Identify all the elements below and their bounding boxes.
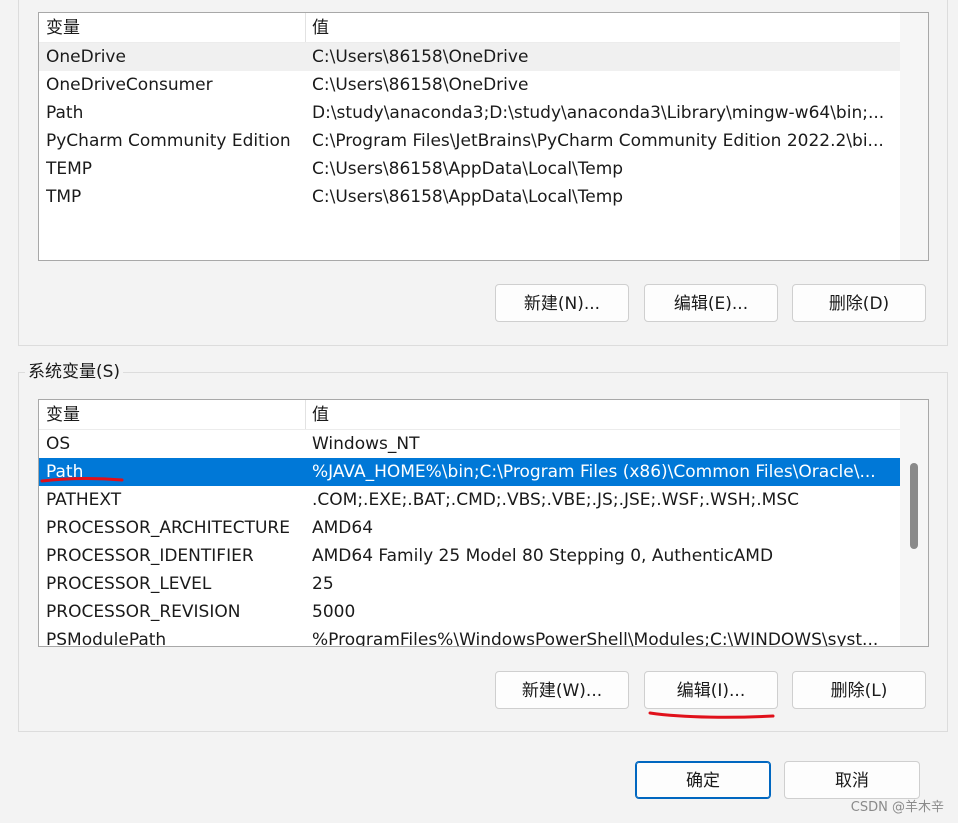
table-row[interactable]: PROCESSOR_ARCHITECTURE AMD64 [39,514,901,542]
table-row[interactable]: TEMP C:\Users\86158\AppData\Local\Temp [39,155,901,183]
table-row[interactable]: TMP C:\Users\86158\AppData\Local\Temp [39,183,901,211]
list-header: 变量 值 [39,13,901,43]
user-variables-rows: OneDrive C:\Users\86158\OneDrive OneDriveC… [39,43,901,211]
variable-name: OneDrive [46,47,126,67]
variable-name: TMP [46,187,82,207]
variable-value: AMD64 Family 25 Model 80 Stepping 0, Aut… [312,546,774,566]
table-row[interactable]: PROCESSOR_IDENTIFIER AMD64 Family 25 Mode… [39,542,901,570]
table-row[interactable]: OneDrive C:\Users\86158\OneDrive [39,43,901,71]
variable-value: C:\Users\86158\AppData\Local\Temp [312,187,624,207]
user-edit-button[interactable]: 编辑(E)... [644,284,778,322]
ok-button[interactable]: 确定 [635,761,771,799]
system-new-button[interactable]: 新建(W)... [495,671,629,709]
user-delete-button[interactable]: 删除(D) [792,284,926,322]
table-row[interactable]: PyCharm Community Edition C:\Program File… [39,127,901,155]
system-delete-button[interactable]: 删除(L) [792,671,926,709]
user-variables-list[interactable]: 变量 值 OneDrive C:\Users\86158\OneDrive OneD… [38,12,929,261]
table-row[interactable]: OS Windows_NT [39,430,901,458]
variable-name: OS [46,434,71,454]
table-row[interactable]: PROCESSOR_LEVEL 25 [39,570,901,598]
system-variables-group-title: 系统变量(S) [25,362,124,382]
variable-value: AMD64 [312,518,374,538]
variable-value: C:\Users\86158\AppData\Local\Temp [312,159,624,179]
variable-name: PROCESSOR_REVISION [46,602,241,622]
variable-value: D:\study\anaconda3;D:\study\anaconda3\Li… [312,103,885,123]
column-header-value[interactable]: 值 [306,13,901,42]
variable-name: PATHEXT [46,490,122,510]
variable-value: 25 [312,574,334,594]
watermark: CSDN @羊木辛 [850,800,944,815]
user-list-scrollbar-track [900,13,928,260]
variable-name: OneDriveConsumer [46,75,213,95]
table-row[interactable]: PATHEXT .COM;.EXE;.BAT;.CMD;.VBS;.VBE;.JS… [39,486,901,514]
variable-value: C:\Program Files\JetBrains\PyCharm Commu… [312,131,884,151]
system-variables-list[interactable]: 变量 值 OS Windows_NT Path %JAVA_HOME%\bin;C:\… [38,399,929,647]
system-variables-rows: OS Windows_NT Path %JAVA_HOME%\bin;C:\Progr… [39,430,901,647]
variable-value: 5000 [312,602,356,622]
system-edit-button[interactable]: 编辑(I)... [644,671,778,709]
system-list-scrollbar[interactable] [900,400,928,646]
scrollbar-thumb[interactable] [910,463,918,549]
table-row[interactable]: PSModulePath %ProgramFiles%\WindowsPowerS… [39,626,901,647]
variable-name: PyCharm Community Edition [46,131,291,151]
variable-name: PROCESSOR_ARCHITECTURE [46,518,290,538]
variable-name: PROCESSOR_LEVEL [46,574,212,594]
variable-name: PSModulePath [46,630,167,647]
variable-value: Windows_NT [312,434,420,454]
edit-underline-annotation [648,711,775,719]
variable-value: %ProgramFiles%\WindowsPowerShell\Modules… [312,630,879,647]
variable-value: C:\Users\86158\OneDrive [312,75,529,95]
variable-value: .COM;.EXE;.BAT;.CMD;.VBS;.VBE;.JS;.JSE;.… [312,490,800,510]
user-new-button[interactable]: 新建(N)... [495,284,629,322]
cancel-button[interactable]: 取消 [784,761,920,799]
table-row[interactable]: OneDriveConsumer C:\Users\86158\OneDrive [39,71,901,99]
column-header-variable[interactable]: 变量 [39,400,306,429]
list-header: 变量 值 [39,400,901,430]
variable-name: Path [46,103,84,123]
column-header-value[interactable]: 值 [306,400,901,429]
table-row[interactable]: Path %JAVA_HOME%\bin;C:\Program Files (x8… [39,458,901,486]
path-underline-annotation [40,477,124,483]
column-header-variable[interactable]: 变量 [39,13,306,42]
variable-name: TEMP [46,159,93,179]
table-row[interactable]: Path D:\study\anaconda3;D:\study\anaconda… [39,99,901,127]
table-row[interactable]: PROCESSOR_REVISION 5000 [39,598,901,626]
variable-value: %JAVA_HOME%\bin;C:\Program Files (x86)\C… [312,462,876,482]
variable-value: C:\Users\86158\OneDrive [312,47,529,67]
variable-name: PROCESSOR_IDENTIFIER [46,546,254,566]
